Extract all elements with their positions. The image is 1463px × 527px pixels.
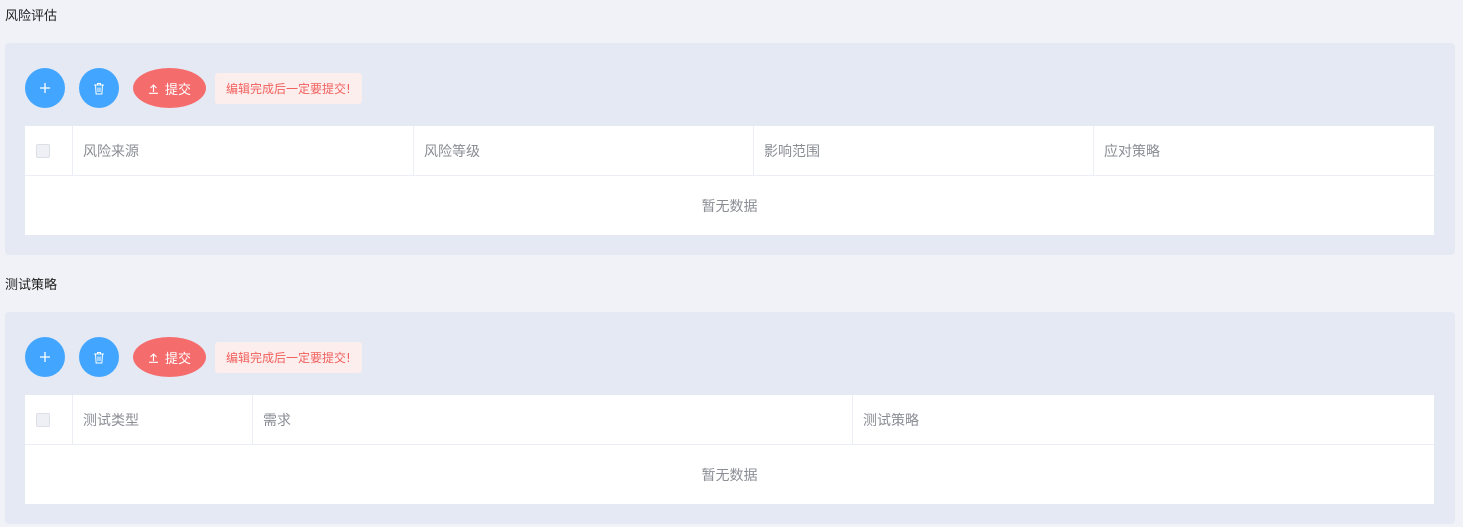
risk-table: 风险来源 风险等级 影响范围 应对策略 暂无数据 (25, 126, 1434, 235)
plus-icon (40, 83, 50, 93)
column-header[interactable]: 影响范围 (754, 126, 1094, 175)
column-header[interactable]: 测试类型 (73, 395, 253, 444)
trash-icon (94, 82, 104, 94)
submit-button[interactable]: 提交 (133, 337, 206, 377)
submit-label: 提交 (164, 81, 191, 97)
column-header[interactable]: 风险等级 (414, 126, 754, 175)
delete-button[interactable] (79, 68, 119, 108)
trash-icon (94, 351, 104, 363)
select-all-cell (25, 126, 73, 175)
submit-tip: 编辑完成后一定要提交! (215, 72, 362, 104)
select-all-cell (25, 395, 73, 444)
empty-text: 暂无数据 (701, 198, 758, 215)
table-header: 测试类型 需求 测试策略 (25, 395, 1434, 445)
table-header: 风险来源 风险等级 影响范围 应对策略 (25, 126, 1434, 176)
column-header[interactable]: 风险来源 (73, 126, 414, 175)
delete-button[interactable] (79, 337, 119, 377)
upload-icon (148, 83, 158, 94)
add-button[interactable] (25, 68, 65, 108)
test-toolbar: 提交 编辑完成后一定要提交! (25, 337, 362, 377)
column-header[interactable]: 测试策略 (853, 395, 1434, 444)
section-title-test: 测试策略 (5, 278, 58, 293)
section-title-risk: 风险评估 (5, 9, 58, 24)
upload-icon (148, 352, 158, 363)
plus-icon (40, 352, 50, 362)
empty-text: 暂无数据 (701, 467, 758, 484)
select-all-checkbox[interactable] (36, 143, 50, 158)
test-table: 测试类型 需求 测试策略 暂无数据 (25, 395, 1434, 504)
risk-toolbar: 提交 编辑完成后一定要提交! (25, 68, 362, 108)
select-all-checkbox[interactable] (36, 412, 50, 427)
column-header[interactable]: 应对策略 (1094, 126, 1434, 175)
risk-panel: 提交 编辑完成后一定要提交! 风险来源 风险等级 影响范围 应对策略 暂无数据 (5, 43, 1455, 255)
column-header[interactable]: 需求 (253, 395, 853, 444)
submit-button[interactable]: 提交 (133, 68, 206, 108)
add-button[interactable] (25, 337, 65, 377)
test-panel: 提交 编辑完成后一定要提交! 测试类型 需求 测试策略 暂无数据 (5, 312, 1455, 524)
submit-tip: 编辑完成后一定要提交! (215, 341, 362, 373)
submit-label: 提交 (164, 350, 191, 366)
